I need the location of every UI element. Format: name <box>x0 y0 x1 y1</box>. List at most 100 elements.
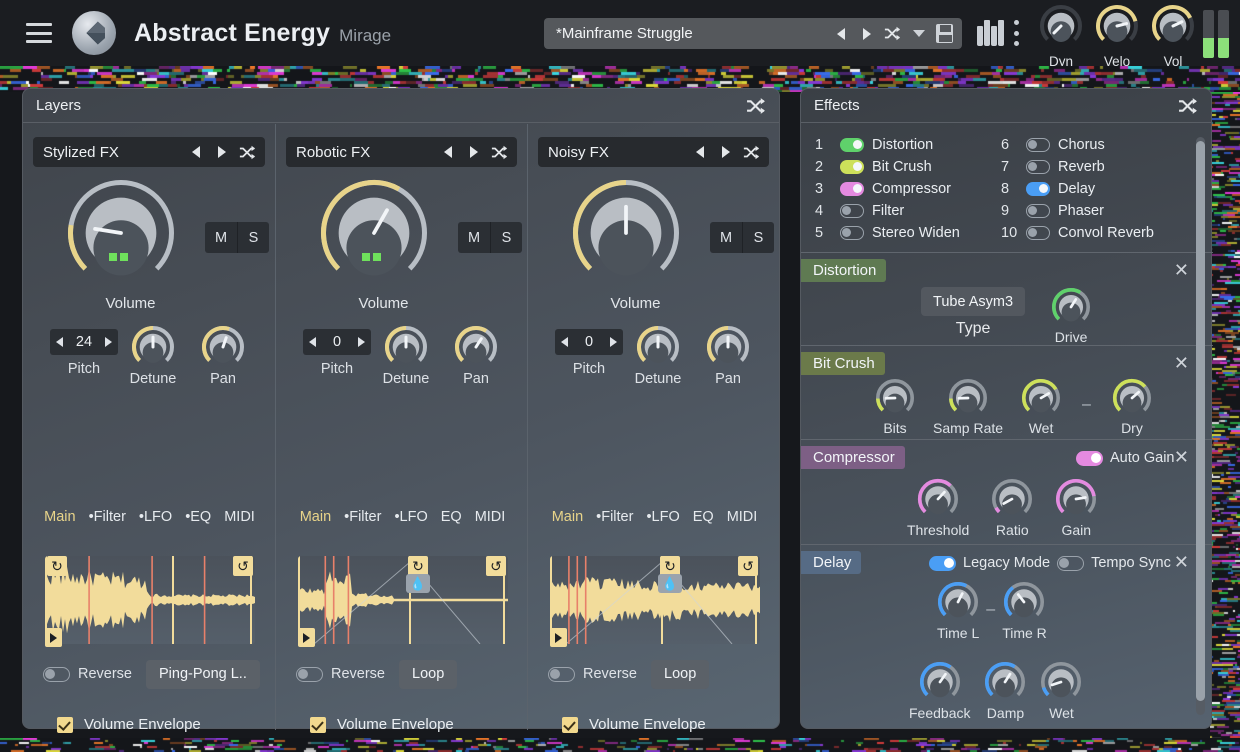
bits-knob[interactable]: Bits <box>875 378 915 436</box>
playhead-marker[interactable] <box>45 628 62 647</box>
loop-mode-button[interactable]: Ping-Pong L.. <box>146 660 260 689</box>
close-icon[interactable]: ✕ <box>1174 261 1189 279</box>
solo-button[interactable]: S <box>490 222 522 253</box>
solo-button[interactable]: S <box>742 222 774 253</box>
wet-knob[interactable]: Wet <box>1040 661 1082 721</box>
prev-preset-icon[interactable] <box>832 25 849 42</box>
tab-lfo[interactable]: •LFO <box>394 509 427 525</box>
detune-knob[interactable] <box>131 325 175 374</box>
randomize-icon[interactable] <box>1178 98 1198 114</box>
effect-power-toggle[interactable] <box>840 160 864 174</box>
time-l-knob[interactable]: Time L <box>937 581 979 641</box>
volume-envelope-checkbox[interactable] <box>310 717 326 733</box>
distortion-type-dropdown[interactable]: Tube Asym3 <box>921 287 1025 316</box>
drive-knob[interactable]: Drive <box>1051 287 1091 345</box>
mute-button[interactable]: M <box>710 222 742 253</box>
tab-main[interactable]: Main <box>300 509 331 525</box>
tempo-sync-toggle[interactable] <box>1057 556 1084 571</box>
effect-slot-filter[interactable]: 4 Filter <box>815 200 1001 222</box>
wet-knob[interactable]: Wet <box>1021 378 1061 436</box>
pitch-increment-icon[interactable] <box>610 337 617 347</box>
pan-knob[interactable] <box>454 325 498 374</box>
hamburger-icon[interactable] <box>26 23 52 43</box>
layer-name[interactable]: Noisy FX <box>538 144 691 161</box>
pitch-stepper[interactable]: 0 <box>303 329 371 355</box>
damp-knob[interactable]: Damp <box>984 661 1026 721</box>
preset-name[interactable]: *Mainframe Struggle <box>544 25 832 42</box>
random-sample-icon[interactable] <box>239 144 256 161</box>
reverse-toggle[interactable] <box>43 667 70 682</box>
waveform-display[interactable] <box>298 556 508 644</box>
next-sample-icon[interactable] <box>717 144 734 161</box>
header-knob-dyn[interactable]: Dyn <box>1036 4 1086 69</box>
random-preset-icon[interactable] <box>884 25 901 42</box>
tab-midi[interactable]: MIDI <box>224 509 255 525</box>
knob-dial[interactable] <box>1039 4 1083 53</box>
ratio-knob[interactable]: Ratio <box>991 478 1033 538</box>
effects-scrollbar[interactable] <box>1196 137 1205 715</box>
next-sample-icon[interactable] <box>213 144 230 161</box>
effect-power-toggle[interactable] <box>1026 204 1050 218</box>
samp-rate-knob[interactable]: Samp Rate <box>933 378 1003 436</box>
legacy-mode-toggle[interactable] <box>929 556 956 571</box>
tab-filter[interactable]: •Filter <box>596 509 633 525</box>
next-sample-icon[interactable] <box>465 144 482 161</box>
pitch-increment-icon[interactable] <box>358 337 365 347</box>
volume-envelope-checkbox[interactable] <box>562 717 578 733</box>
threshold-knob[interactable]: Threshold <box>907 478 969 538</box>
tab-main[interactable]: Main <box>44 509 75 525</box>
playhead-marker[interactable] <box>298 628 315 647</box>
pitch-stepper[interactable]: 24 <box>50 329 118 355</box>
loop-start-marker[interactable]: ↻ <box>47 556 67 576</box>
detune-knob[interactable] <box>636 325 680 374</box>
tab-eq[interactable]: •EQ <box>185 509 211 525</box>
effect-power-toggle[interactable] <box>840 138 864 152</box>
crossfade-droplet-icon[interactable]: 💧 <box>406 574 430 593</box>
close-icon[interactable]: ✕ <box>1174 354 1189 372</box>
prev-sample-icon[interactable] <box>187 144 204 161</box>
pan-knob[interactable] <box>706 325 750 374</box>
loop-end-marker[interactable]: ↺ <box>738 556 758 576</box>
layer-name[interactable]: Robotic FX <box>286 144 439 161</box>
prev-sample-icon[interactable] <box>691 144 708 161</box>
loop-start-marker[interactable]: ↻ <box>660 556 680 576</box>
effect-power-toggle[interactable] <box>1026 182 1050 196</box>
pan-knob[interactable] <box>201 325 245 374</box>
tab-eq[interactable]: EQ <box>441 509 462 525</box>
effect-slot-convol-reverb[interactable]: 10 Convol Reverb <box>1001 222 1187 244</box>
chevron-down-icon[interactable] <box>910 25 927 42</box>
volume-knob[interactable] <box>572 179 680 292</box>
next-preset-icon[interactable] <box>858 25 875 42</box>
effect-slot-reverb[interactable]: 7 Reverb <box>1001 156 1187 178</box>
volume-knob[interactable] <box>320 179 428 292</box>
effect-power-toggle[interactable] <box>840 182 864 196</box>
tab-main[interactable]: Main <box>552 509 583 525</box>
effect-power-toggle[interactable] <box>1026 160 1050 174</box>
effect-slot-chorus[interactable]: 6 Chorus <box>1001 134 1187 156</box>
effect-power-toggle[interactable] <box>1026 138 1050 152</box>
tab-filter[interactable]: •Filter <box>344 509 381 525</box>
effect-slot-distortion[interactable]: 1 Distortion <box>815 134 1001 156</box>
layer-name[interactable]: Stylized FX <box>33 144 187 161</box>
effect-slot-phaser[interactable]: 9 Phaser <box>1001 200 1187 222</box>
pitch-decrement-icon[interactable] <box>561 337 568 347</box>
feedback-knob[interactable]: Feedback <box>909 661 970 721</box>
save-icon[interactable] <box>936 25 953 42</box>
randomize-icon[interactable] <box>746 98 766 114</box>
header-knob-velo[interactable]: Velo <box>1092 4 1142 69</box>
effect-slot-compressor[interactable]: 3 Compressor <box>815 178 1001 200</box>
waveform-display[interactable] <box>45 556 255 644</box>
effect-power-toggle[interactable] <box>840 226 864 240</box>
loop-mode-button[interactable]: Loop <box>651 660 709 689</box>
random-sample-icon[interactable] <box>491 144 508 161</box>
crossfade-droplet-icon[interactable]: 💧 <box>658 574 682 593</box>
close-icon[interactable]: ✕ <box>1174 448 1189 466</box>
waveform-display[interactable] <box>550 556 760 644</box>
reverse-toggle[interactable] <box>296 667 323 682</box>
loop-end-marker[interactable]: ↺ <box>486 556 506 576</box>
loop-mode-button[interactable]: Loop <box>399 660 457 689</box>
tab-lfo[interactable]: •LFO <box>139 509 172 525</box>
close-icon[interactable]: ✕ <box>1174 553 1189 571</box>
mute-button[interactable]: M <box>458 222 490 253</box>
pitch-stepper[interactable]: 0 <box>555 329 623 355</box>
